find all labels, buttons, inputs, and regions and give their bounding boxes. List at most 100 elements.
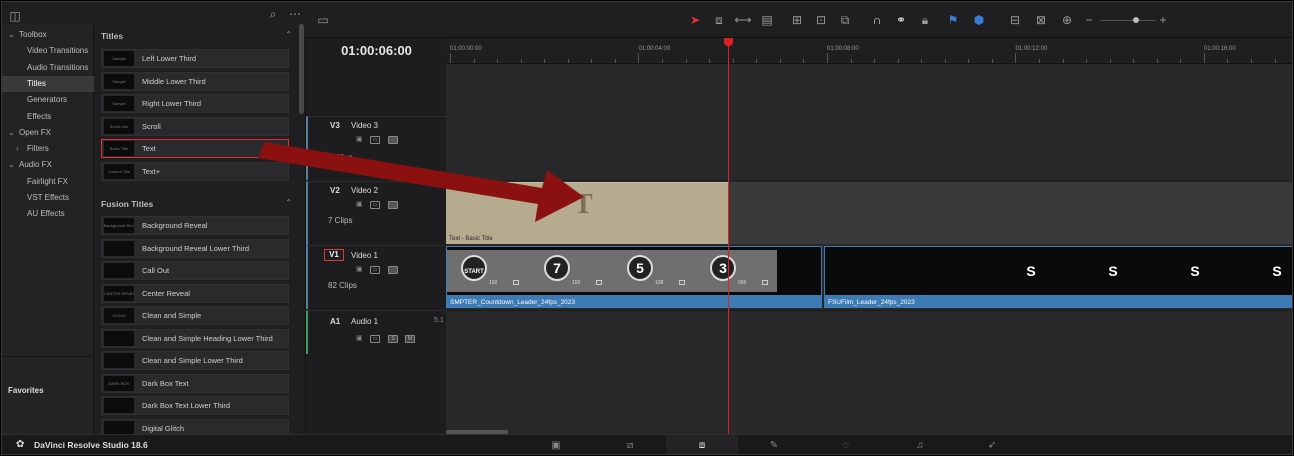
sidebar-item[interactable]: Video Transitions	[2, 43, 94, 59]
effect-item[interactable]: CENTER REVEAL Center Reveal	[101, 283, 289, 303]
effect-item[interactable]: Sample Middle Lower Third	[101, 71, 289, 91]
clip-smpte-countdown[interactable]: START 192 7 150 5 108 3 065 SMPTER_Countdown_Le…	[446, 246, 822, 308]
sidebar-item[interactable]: ⌄ Toolbox	[2, 27, 94, 43]
track-name: Video 2	[351, 186, 378, 195]
trim-tool-icon[interactable]: ⧈	[710, 12, 728, 28]
zoom-full-icon[interactable]: ⊟	[1006, 12, 1024, 28]
lock-icon[interactable]: ▣	[356, 266, 364, 274]
auto-select-icon[interactable]: ▭	[370, 266, 380, 274]
more-options-icon[interactable]: ⋯	[286, 6, 304, 22]
timecode-ruler[interactable]: 01:00:00:00 01:00:04:00 01:00:08:00 01:00:1…	[446, 38, 1292, 64]
effect-item[interactable]: DARK BOX Dark Box Text	[101, 373, 289, 393]
effect-item[interactable]: Sample Right Lower Third	[101, 94, 289, 113]
timeline-canvas[interactable]: 01:00:00:00 01:00:04:00 01:00:08:00 01:00:1…	[446, 38, 1292, 434]
effect-thumbnail: Sample	[104, 96, 134, 111]
replace-clip-icon[interactable]: ⧉	[836, 12, 854, 28]
marker-icon[interactable]: ⬢	[970, 12, 988, 28]
fusion-titles-section-header: Fusion Titles	[101, 199, 154, 209]
effect-item[interactable]: Custom Title Text+	[101, 161, 289, 181]
sidebar-item[interactable]: Generators	[2, 92, 94, 108]
chevron-up-icon[interactable]: ⌃	[285, 30, 292, 39]
zoom-slider-track[interactable]	[1100, 20, 1156, 21]
auto-select-icon[interactable]: ▭	[370, 335, 380, 343]
cut-page-icon[interactable]: ⧄	[622, 439, 638, 453]
chevron-down-icon[interactable]: ⌄	[8, 157, 15, 173]
chevron-right-icon[interactable]: ›	[16, 141, 19, 157]
blade-tool-icon[interactable]: ▤	[758, 12, 776, 28]
selection-tool-icon[interactable]: ➤	[686, 12, 704, 28]
ruler-tick	[1015, 53, 1017, 63]
deliver-page-icon[interactable]: ➶	[984, 439, 1000, 453]
effect-item[interactable]: Dark Box Text Lower Third	[101, 396, 289, 415]
zoom-detail-icon[interactable]: ⊠	[1032, 12, 1050, 28]
zoom-out-icon[interactable]: −	[1080, 12, 1098, 28]
snapping-icon[interactable]: ∩	[868, 12, 886, 28]
destination-control[interactable]: V1	[324, 249, 344, 261]
sidebar-item[interactable]: Fairlight FX	[2, 174, 94, 190]
flag-icon[interactable]: ⚑	[944, 12, 962, 28]
sidebar-item[interactable]: Titles	[2, 75, 94, 92]
dynamic-trim-icon[interactable]: ⟷	[734, 12, 752, 28]
effects-list-scrollbar[interactable]	[299, 24, 304, 114]
timeline-view-icon[interactable]: ▭	[314, 12, 332, 28]
sidebar-item[interactable]: ⌄ Audio FX	[2, 157, 94, 173]
sidebar-item[interactable]: AU Effects	[2, 206, 94, 222]
effect-item[interactable]: Background Reveal Lower Third	[101, 238, 289, 258]
position-lock-icon[interactable]: 🔒︎	[916, 12, 934, 28]
mute-button[interactable]: M	[405, 335, 415, 343]
effect-item[interactable]: Clean and Simple Heading Lower Third	[101, 328, 289, 348]
sidebar-item[interactable]: › Filters	[2, 141, 94, 157]
media-page-icon[interactable]: ▣	[548, 439, 564, 453]
solo-button[interactable]: S	[388, 335, 398, 343]
track-header-v2[interactable]: V2 Video 2 ▣ ▭ 7 Clips	[306, 181, 447, 245]
insert-clip-icon[interactable]: ⊞	[788, 12, 806, 28]
lock-icon[interactable]: ▣	[356, 201, 364, 209]
sidebar-item[interactable]: Effects	[2, 109, 94, 125]
fusion-page-icon[interactable]: ✎	[766, 439, 782, 453]
linked-selection-icon[interactable]: ⚭	[892, 12, 910, 28]
timecode-display[interactable]: 01:00:06:00	[306, 38, 447, 64]
sidebar-item[interactable]: VST Effects	[2, 190, 94, 206]
color-page-icon[interactable]: ◌	[838, 439, 854, 453]
search-icon[interactable]: ⌕	[264, 6, 282, 22]
clip-label-bar: SMPTER_Countdown_Leader_24fps_2023	[447, 295, 821, 307]
track-header-v1[interactable]: V1 Video 1 ▣ ▭ 82 Clips	[306, 245, 447, 309]
playhead-line[interactable]	[728, 38, 729, 434]
lock-icon[interactable]: ▣	[356, 136, 364, 144]
track-toggle-icon[interactable]	[388, 201, 398, 209]
track-header-a1[interactable]: A1 Audio 1 5.1 ▣ ▭ S M	[306, 310, 447, 354]
effect-item[interactable]: Background Reveal Background Reveal	[101, 216, 289, 235]
auto-select-icon[interactable]: ▭	[370, 201, 380, 209]
sidebar-item[interactable]: ⌄ Open FX	[2, 125, 94, 141]
sidebar-item[interactable]: Audio Transitions	[2, 60, 94, 76]
ruler-tick	[567, 59, 569, 63]
effect-item[interactable]: Clean and Simple Lower Third	[101, 351, 289, 370]
panel-toggle-icon[interactable]: ◫	[6, 8, 24, 24]
lock-icon[interactable]: ▣	[356, 335, 364, 343]
track-toggle-icon[interactable]	[388, 266, 398, 274]
effect-item[interactable]: Call Out	[101, 261, 289, 280]
zoom-in-icon[interactable]: +	[1154, 12, 1172, 28]
playhead-handle[interactable]	[724, 38, 733, 46]
auto-select-icon[interactable]: ▭	[370, 136, 380, 144]
track-toggle-icon[interactable]	[388, 136, 398, 144]
effect-item[interactable]: Basic Title Text	[101, 139, 289, 158]
chevron-up-icon[interactable]: ⌃	[285, 198, 292, 207]
chevron-down-icon[interactable]: ⌄	[8, 27, 15, 43]
v2-track-area[interactable]	[729, 182, 1292, 244]
countdown-number: 7	[553, 260, 561, 276]
fairlight-page-icon[interactable]: ♫	[912, 439, 928, 453]
track-header-v3[interactable]: V3 Video 3 ▣ ▭ 0 Clips	[306, 116, 447, 180]
chevron-down-icon[interactable]: ⌄	[8, 125, 15, 141]
ruler-tick	[450, 53, 451, 63]
overwrite-clip-icon[interactable]: ⊡	[812, 12, 830, 28]
zoom-slider-handle[interactable]	[1133, 17, 1139, 23]
edit-page-icon[interactable]: ⧈	[694, 439, 710, 453]
effect-item[interactable]: Sample Left Lower Third	[101, 49, 289, 68]
effect-item[interactable]: CLEAN Clean and Simple	[101, 306, 289, 325]
zoom-custom-icon[interactable]: ⊕	[1058, 12, 1076, 28]
channel-format: 5.1	[434, 317, 444, 324]
clip-fsu-leader[interactable]: S S S S FSUFilm_Leader_24fps_2023	[824, 246, 1292, 308]
title-clip-text[interactable]: T Text - Basic Title	[446, 182, 728, 244]
effect-item[interactable]: Scroll Line Scroll	[101, 116, 289, 136]
